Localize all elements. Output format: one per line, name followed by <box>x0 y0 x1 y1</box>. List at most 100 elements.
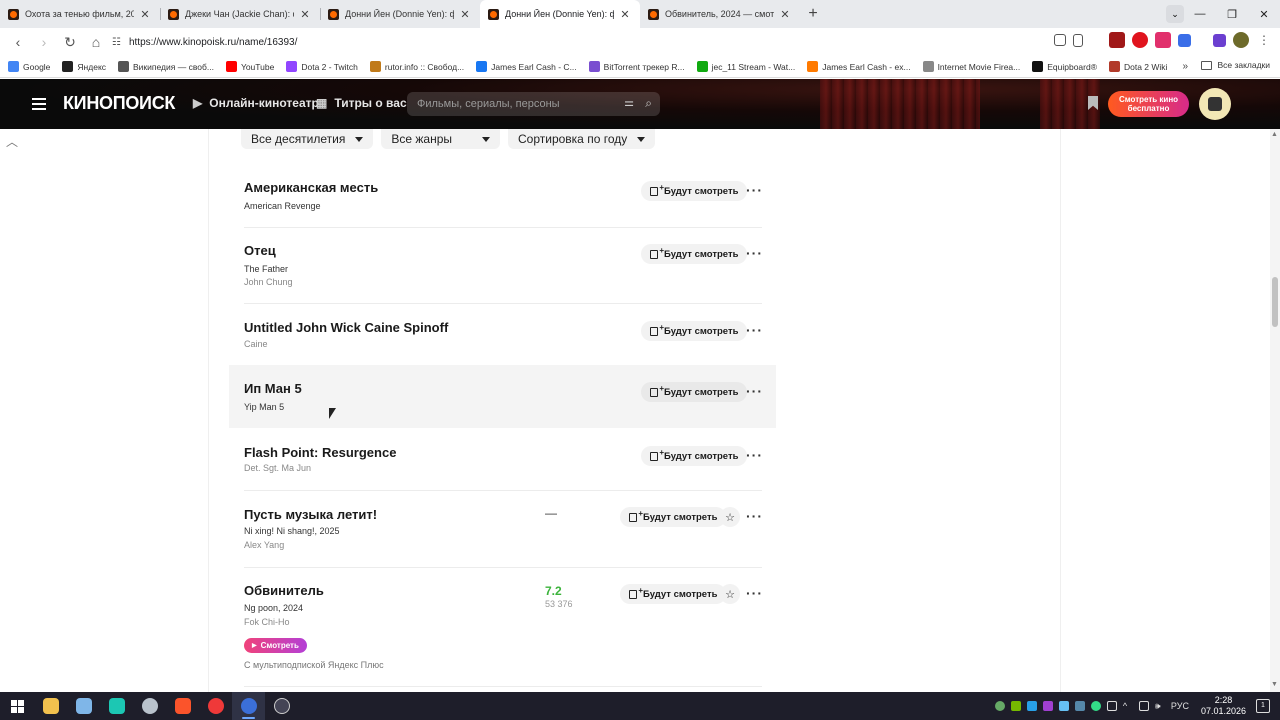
scroll-up-icon[interactable]: ▲ <box>1271 131 1278 138</box>
sort-filter[interactable]: Сортировка по году <box>508 129 656 149</box>
filter-sliders-icon[interactable]: ⚌ <box>624 96 634 109</box>
browser-tab-active[interactable]: Донни Йен (Donnie Yen): фил ✕ <box>480 0 640 28</box>
bookmark-star-icon[interactable] <box>1073 33 1083 47</box>
genre-filter[interactable]: Все жанры <box>381 129 500 149</box>
clock[interactable]: 2:28 07.01.2026 <box>1201 695 1246 717</box>
site-info-icon[interactable]: ☷ <box>112 37 121 48</box>
taskbar-notepad[interactable] <box>67 692 100 720</box>
tab-search-icon[interactable]: ⌄ <box>1166 5 1184 23</box>
profile-avatar-icon[interactable] <box>1233 32 1249 48</box>
watch-later-button[interactable]: Будут смотреть <box>620 507 727 527</box>
close-tab-icon[interactable]: ✕ <box>298 8 312 21</box>
more-options-icon[interactable]: ··· <box>746 585 763 601</box>
taskbar-explorer[interactable] <box>34 692 67 720</box>
nav-online-cinema[interactable]: ▶ Онлайн-кинотеатр <box>193 96 319 110</box>
rate-star-icon[interactable]: ☆ <box>720 584 740 604</box>
browser-tab[interactable]: Обвинитель, 2024 — смотрет ✕ <box>640 0 800 28</box>
more-options-icon[interactable]: ··· <box>746 182 763 198</box>
bookmark-item[interactable]: Equipboard® <box>1032 61 1097 72</box>
more-options-icon[interactable]: ··· <box>746 508 763 524</box>
bookmark-item[interactable]: Dota 2 - Twitch <box>286 61 358 72</box>
watch-later-button[interactable]: Будут смотреть <box>641 446 748 466</box>
film-title[interactable]: Отец <box>244 243 276 258</box>
film-title[interactable]: Ип Ман 5 <box>244 381 302 396</box>
film-title[interactable]: Американская месть <box>244 180 378 195</box>
display-icon[interactable] <box>1106 701 1117 711</box>
film-title[interactable]: Обвинитель <box>244 583 324 598</box>
taskbar-tiktok[interactable] <box>100 692 133 720</box>
kinopoisk-logo[interactable]: КИНОПОИСК <box>63 93 175 114</box>
close-tab-icon[interactable]: ✕ <box>138 8 152 21</box>
nvidia-icon[interactable] <box>1010 701 1021 711</box>
start-button[interactable] <box>0 692 34 720</box>
watch-later-button[interactable]: Будут смотреть <box>641 181 748 201</box>
bookmark-item[interactable]: BitTorrent трекер R... <box>588 61 685 72</box>
page-scrollbar[interactable]: ▲ ▼ <box>1270 129 1280 692</box>
film-title[interactable]: Untitled John Wick Caine Spinoff <box>244 320 448 335</box>
browser-tab[interactable]: Джеки Чан (Jackie Chan): фил ✕ <box>160 0 320 28</box>
bookmark-item[interactable]: Википедия — своб... <box>118 61 214 72</box>
bookmark-item[interactable]: YouTube <box>225 61 274 72</box>
rate-star-icon[interactable]: ☆ <box>720 507 740 527</box>
watch-later-button[interactable]: Будут смотреть <box>620 584 727 604</box>
more-options-icon[interactable]: ··· <box>746 245 763 261</box>
media-controls-icon[interactable] <box>1213 33 1226 47</box>
film-title[interactable]: Пусть музыка летит! <box>244 507 377 522</box>
close-tab-icon[interactable]: ✕ <box>618 8 632 21</box>
taskbar-vivaldi[interactable] <box>199 692 232 720</box>
tray-app-icon[interactable] <box>1074 701 1085 711</box>
watch-free-button[interactable]: Смотреть кино бесплатно <box>1108 91 1189 117</box>
chevron-up-icon[interactable]: ︿ <box>6 133 18 150</box>
nav-credits[interactable]: ▦ Титры о вас <box>316 96 407 110</box>
show-hidden-icons-icon[interactable]: ^ <box>1123 701 1133 711</box>
tray-app-icon[interactable] <box>1026 701 1037 711</box>
close-tab-icon[interactable]: ✕ <box>458 8 472 21</box>
notification-center-icon[interactable]: 1 <box>1256 699 1270 713</box>
input-language[interactable]: РУС <box>1171 701 1189 711</box>
bookmark-item[interactable]: Dota 2 Wiki <box>1108 61 1167 72</box>
back-icon[interactable]: ‹ <box>6 30 30 54</box>
tray-app-icon[interactable] <box>1090 701 1101 711</box>
menu-burger-icon[interactable] <box>32 98 46 110</box>
user-avatar[interactable] <box>1199 88 1231 120</box>
scroll-down-icon[interactable]: ▼ <box>1271 681 1278 688</box>
decade-filter[interactable]: Все десятилетия <box>241 129 374 149</box>
watch-later-button[interactable]: Будут смотреть <box>641 382 748 402</box>
close-tab-icon[interactable]: ✕ <box>778 8 792 21</box>
network-icon[interactable] <box>1138 701 1149 711</box>
steam-tray-icon[interactable] <box>1058 701 1069 711</box>
instagram-icon[interactable] <box>1155 32 1171 48</box>
reload-icon[interactable]: ↻ <box>58 30 82 54</box>
bookmark-item[interactable]: Google <box>8 61 50 72</box>
site-search-input[interactable]: Фильмы, сериалы, персоны ⚌ ⌕ <box>407 92 660 116</box>
watch-now-button[interactable]: Смотреть <box>244 638 307 653</box>
new-tab-button[interactable]: + <box>800 0 826 28</box>
minimize-icon[interactable]: — <box>1184 8 1216 20</box>
extension-icon[interactable] <box>1109 32 1125 48</box>
tray-app-icon[interactable] <box>1042 701 1053 711</box>
opera-icon[interactable] <box>1132 32 1148 48</box>
browser-tab[interactable]: Донни Йен (Donnie Yen): фил ✕ <box>320 0 480 28</box>
watch-later-button[interactable]: Будут смотреть <box>641 244 748 264</box>
bookmark-item[interactable]: James Earl Cash - C... <box>476 61 577 72</box>
more-options-icon[interactable]: ··· <box>746 383 763 399</box>
search-icon[interactable]: ⌕ <box>645 96 652 111</box>
address-bar[interactable]: ☷ https://www.kinopoisk.ru/name/16393/ <box>104 31 1090 53</box>
forward-icon[interactable]: › <box>32 30 56 54</box>
watch-later-button[interactable]: Будут смотреть <box>641 321 748 341</box>
bookmark-item[interactable]: Internet Movie Firea... <box>922 61 1020 72</box>
taskbar-steam[interactable] <box>265 692 298 720</box>
scroll-thumb[interactable] <box>1272 277 1278 327</box>
tray-app-icon[interactable] <box>994 701 1005 711</box>
taskbar-app[interactable] <box>133 692 166 720</box>
bookmark-item[interactable]: James Earl Cash - ex... <box>807 61 911 72</box>
bookmarks-overflow-icon[interactable]: » <box>1182 61 1188 72</box>
volume-icon[interactable]: 🕪 <box>1155 701 1165 711</box>
restore-icon[interactable]: ❐ <box>1216 8 1248 21</box>
bookmark-item[interactable]: rutor.info :: Свобод... <box>369 61 464 72</box>
bookmark-item[interactable]: jec_11 Stream - Wat... <box>696 61 795 72</box>
puzzle-icon[interactable] <box>1178 33 1191 47</box>
more-options-icon[interactable]: ··· <box>746 447 763 463</box>
more-options-icon[interactable]: ··· <box>746 322 763 338</box>
share-icon[interactable] <box>1054 34 1066 46</box>
